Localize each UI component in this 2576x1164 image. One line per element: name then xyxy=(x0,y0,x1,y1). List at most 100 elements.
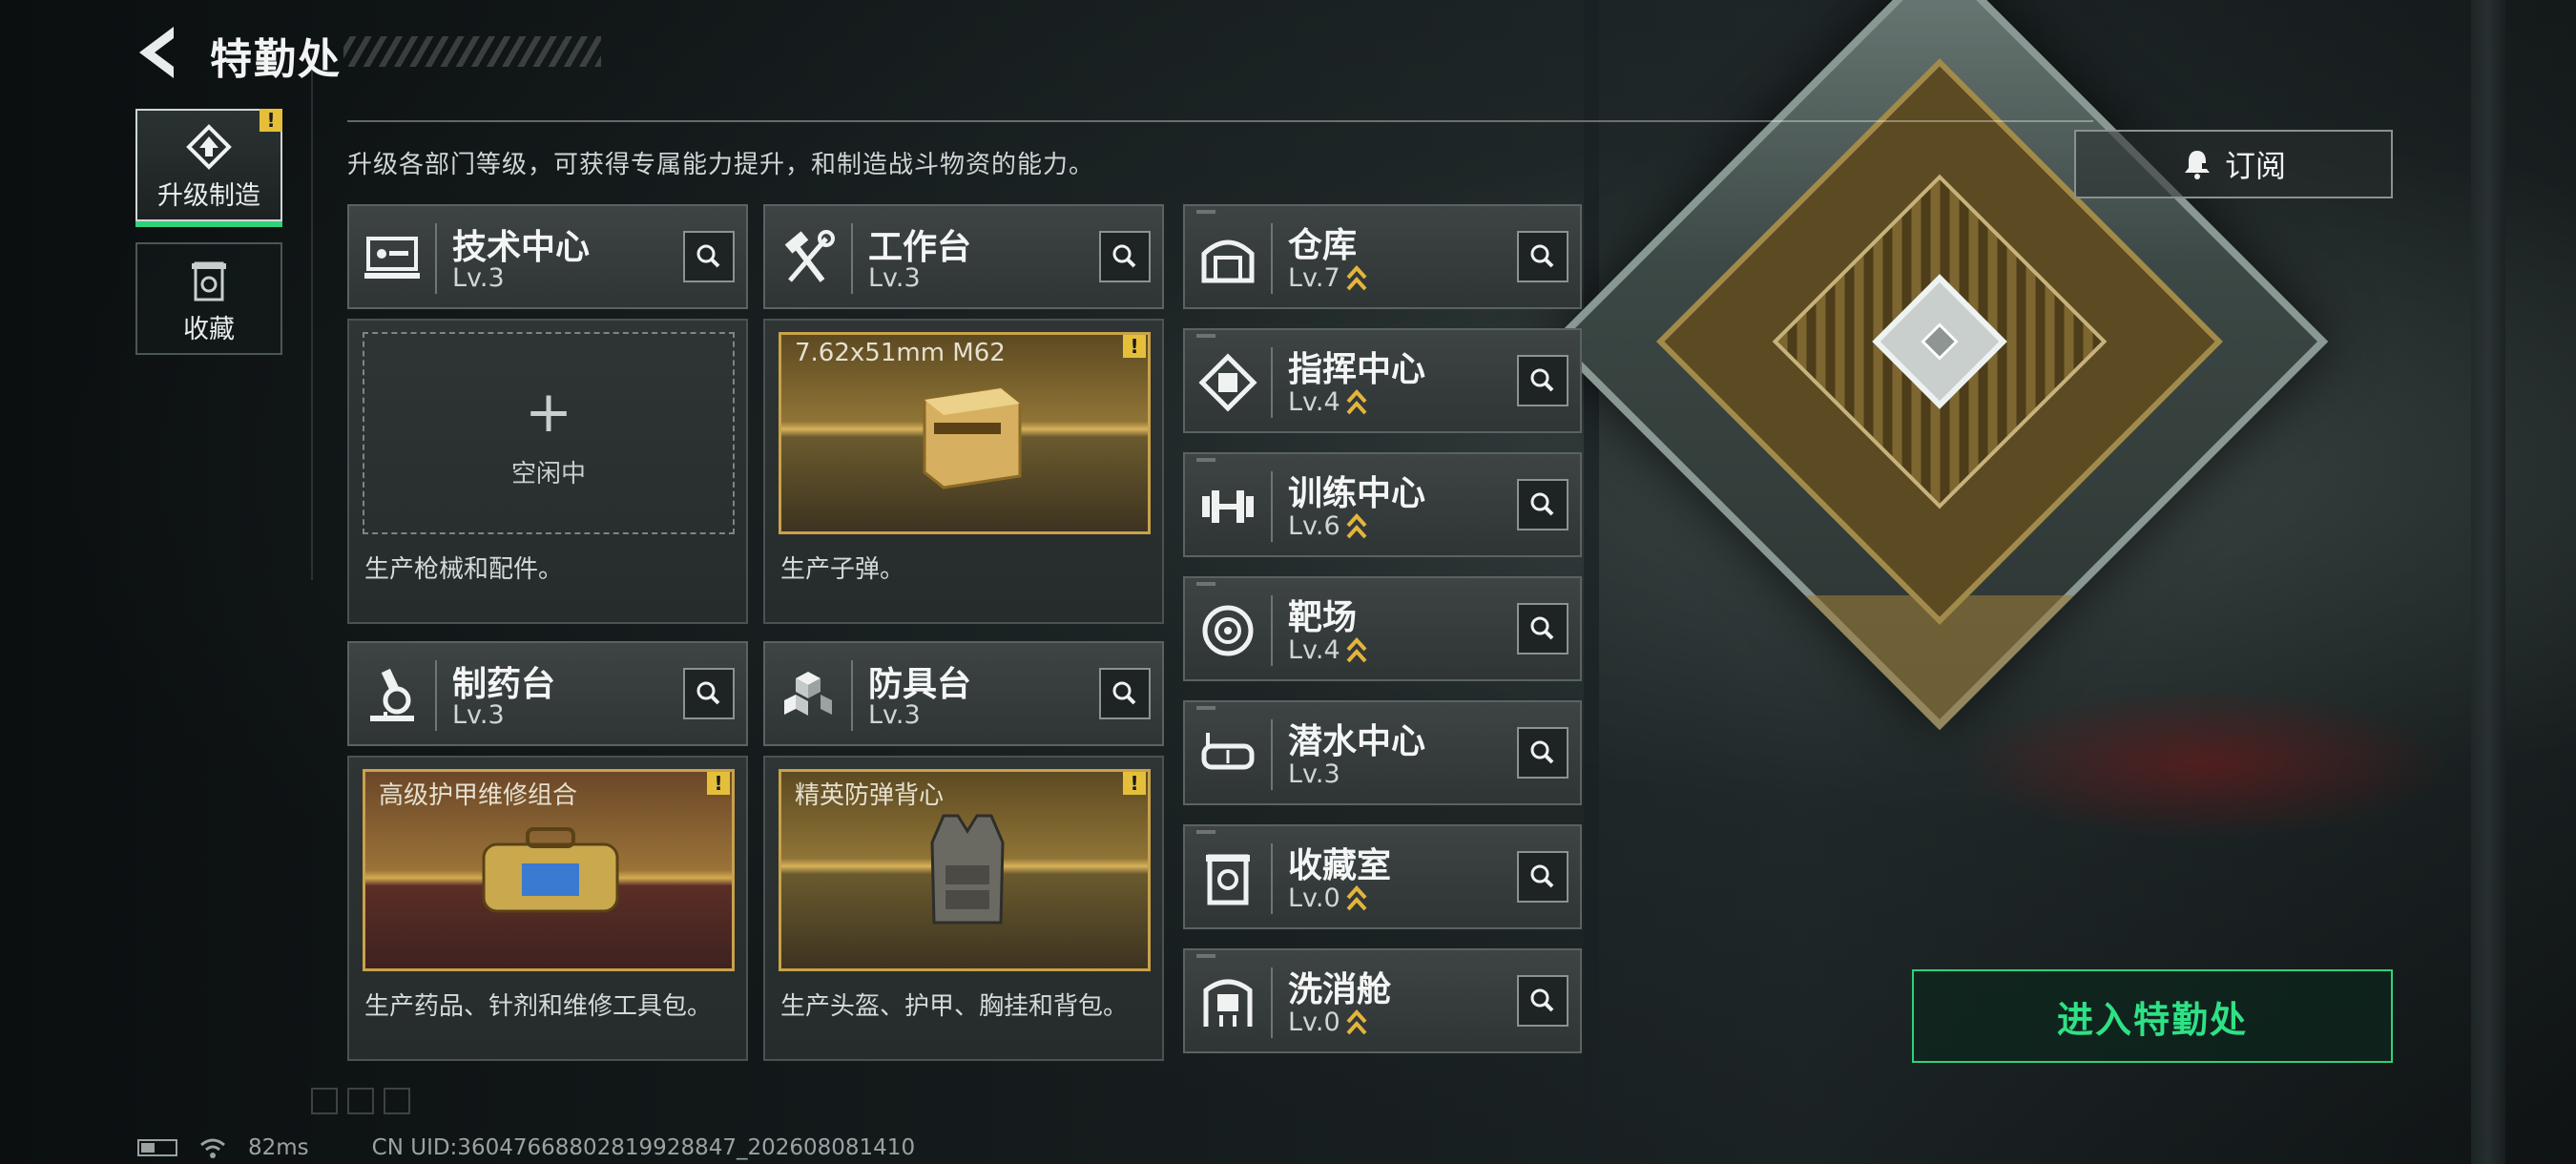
inspect-button[interactable] xyxy=(1517,355,1568,406)
microscope-icon xyxy=(370,668,414,721)
item-name: 高级护甲维修组合 xyxy=(379,781,578,810)
page-description: 升级各部门等级，可获得专属能力提升，和制造战斗物资的能力。 xyxy=(347,151,1095,179)
dept-training-center[interactable]: 训练中心 Lv.6 xyxy=(1183,452,1582,557)
tab-collection[interactable]: 收藏 xyxy=(135,242,282,355)
magnifier-icon xyxy=(1530,492,1554,516)
station-description: 生产头盔、护甲、胸挂和背包。 xyxy=(780,992,1129,1021)
upgrade-chevron-icon xyxy=(1346,512,1367,538)
inspect-button[interactable] xyxy=(683,231,735,282)
dept-level: Lv.4 xyxy=(1288,387,1340,417)
bottom-decor-icons xyxy=(311,1088,410,1114)
upgrade-chevron-icon xyxy=(1346,1008,1367,1034)
magnifier-icon xyxy=(696,681,720,705)
idle-slot[interactable]: + 空闲中 xyxy=(363,332,735,534)
idle-label: 空闲中 xyxy=(510,460,586,488)
station-body-pharmacy[interactable]: 高级护甲维修组合 ! 生产药品、针剂和维修工具包。 xyxy=(347,756,748,1061)
background-pillar xyxy=(2471,0,2505,1164)
battery-icon xyxy=(137,1139,177,1156)
dept-collection-room[interactable]: 收藏室 Lv.0 xyxy=(1183,824,1582,929)
inspect-button[interactable] xyxy=(1517,479,1568,530)
collection-icon xyxy=(1206,854,1250,905)
enter-special-ops-button[interactable]: 进入特勤处 xyxy=(1912,969,2393,1063)
diving-mask-icon xyxy=(1201,733,1255,770)
station-header-tech-center[interactable]: 技术中心 Lv.3 xyxy=(347,204,748,309)
magnifier-icon xyxy=(1530,616,1554,640)
item-name: 精英防弹背心 xyxy=(795,781,945,810)
target-icon xyxy=(1202,605,1254,656)
dept-shooting-range[interactable]: 靶场 Lv.4 xyxy=(1183,576,1582,681)
plus-icon: + xyxy=(524,379,573,446)
magnifier-icon xyxy=(1112,244,1136,268)
item-name: 7.62x51mm M62 xyxy=(795,339,1006,367)
production-slot[interactable]: 精英防弹背心 ! xyxy=(779,769,1151,971)
inspect-button[interactable] xyxy=(683,668,735,719)
dept-level: Lv.3 xyxy=(1288,759,1340,789)
station-description: 生产子弹。 xyxy=(780,555,905,584)
station-level: Lv.3 xyxy=(452,263,505,293)
blocks-icon xyxy=(784,672,832,716)
dept-level: Lv.6 xyxy=(1288,511,1340,541)
repair-kit-image xyxy=(482,827,619,913)
upgrade-chevron-icon xyxy=(1346,264,1367,290)
dept-level: Lv.7 xyxy=(1288,263,1340,293)
dept-warehouse[interactable]: 仓库 Lv.7 xyxy=(1183,204,1582,309)
inspect-button[interactable] xyxy=(1517,231,1568,282)
station-level: Lv.3 xyxy=(868,263,921,293)
uid-label: CN UID:36047668802819928847_202608081410 xyxy=(371,1135,916,1160)
bell-icon xyxy=(2184,151,2210,179)
vest-image xyxy=(930,814,1005,925)
alert-badge: ! xyxy=(707,772,730,795)
inspect-button[interactable] xyxy=(1517,727,1568,779)
tab-label: 收藏 xyxy=(183,315,235,344)
magnifier-icon xyxy=(1530,740,1554,764)
dept-decon-chamber[interactable]: 洗消舱 Lv.0 xyxy=(1183,948,1582,1053)
production-slot[interactable]: 高级护甲维修组合 ! xyxy=(363,769,735,971)
subscribe-label: 订阅 xyxy=(2224,148,2286,184)
station-body-tech-center[interactable]: + 空闲中 生产枪械和配件。 xyxy=(347,319,748,624)
station-header-armor-bench[interactable]: 防具台 Lv.3 xyxy=(763,641,1164,746)
dept-name: 训练中心 xyxy=(1288,474,1426,513)
back-button[interactable] xyxy=(134,25,181,80)
inspect-button[interactable] xyxy=(1099,668,1151,719)
status-bar: 82ms CN UID:36047668802819928847_2026080… xyxy=(137,1135,915,1160)
station-body-workbench[interactable]: 7.62x51mm M62 ! 生产子弹。 xyxy=(763,319,1164,624)
dept-diving-center[interactable]: 潜水中心 Lv.3 xyxy=(1183,700,1582,805)
dept-command-center[interactable]: 指挥中心 Lv.4 xyxy=(1183,328,1582,433)
alert-badge: ! xyxy=(1123,772,1146,795)
station-name: 工作台 xyxy=(868,228,972,267)
alert-badge: ! xyxy=(1123,335,1146,358)
tab-label: 升级制造 xyxy=(157,181,260,211)
title-decor-stripe xyxy=(343,36,601,67)
station-description: 生产枪械和配件。 xyxy=(364,555,564,584)
station-name: 技术中心 xyxy=(452,228,591,267)
subscribe-button[interactable]: 订阅 xyxy=(2074,130,2393,198)
upgrade-chevron-icon xyxy=(1346,388,1367,414)
tab-upgrade-craft[interactable]: 升级制造 ! xyxy=(135,109,282,227)
background-red-glow xyxy=(1956,687,2452,840)
dumbbell-icon xyxy=(1202,490,1254,523)
station-header-pharmacy[interactable]: 制药台 Lv.3 xyxy=(347,641,748,746)
production-slot[interactable]: 7.62x51mm M62 ! xyxy=(779,332,1151,534)
command-icon xyxy=(1198,353,1257,412)
station-header-workbench[interactable]: 工作台 Lv.3 xyxy=(763,204,1164,309)
station-level: Lv.3 xyxy=(868,700,921,730)
magnifier-icon xyxy=(1112,681,1136,705)
inspect-button[interactable] xyxy=(1517,851,1568,903)
dept-level: Lv.0 xyxy=(1288,1008,1340,1037)
dept-name: 靶场 xyxy=(1288,598,1358,637)
station-name: 制药台 xyxy=(452,665,556,704)
ping-label: 82ms xyxy=(248,1135,309,1160)
sidebar-divider xyxy=(311,65,313,580)
magnifier-icon xyxy=(1530,864,1554,888)
inspect-button[interactable] xyxy=(1517,603,1568,655)
dept-name: 收藏室 xyxy=(1288,846,1392,885)
station-level: Lv.3 xyxy=(452,700,505,730)
inspect-button[interactable] xyxy=(1099,231,1151,282)
warehouse-icon xyxy=(1201,239,1255,283)
upgrade-chevron-icon xyxy=(1346,884,1367,910)
inspect-button[interactable] xyxy=(1517,975,1568,1027)
station-name: 防具台 xyxy=(868,665,972,704)
ammo-box-image xyxy=(923,386,1022,489)
magnifier-icon xyxy=(1530,988,1554,1012)
station-body-armor-bench[interactable]: 精英防弹背心 ! 生产头盔、护甲、胸挂和背包。 xyxy=(763,756,1164,1061)
